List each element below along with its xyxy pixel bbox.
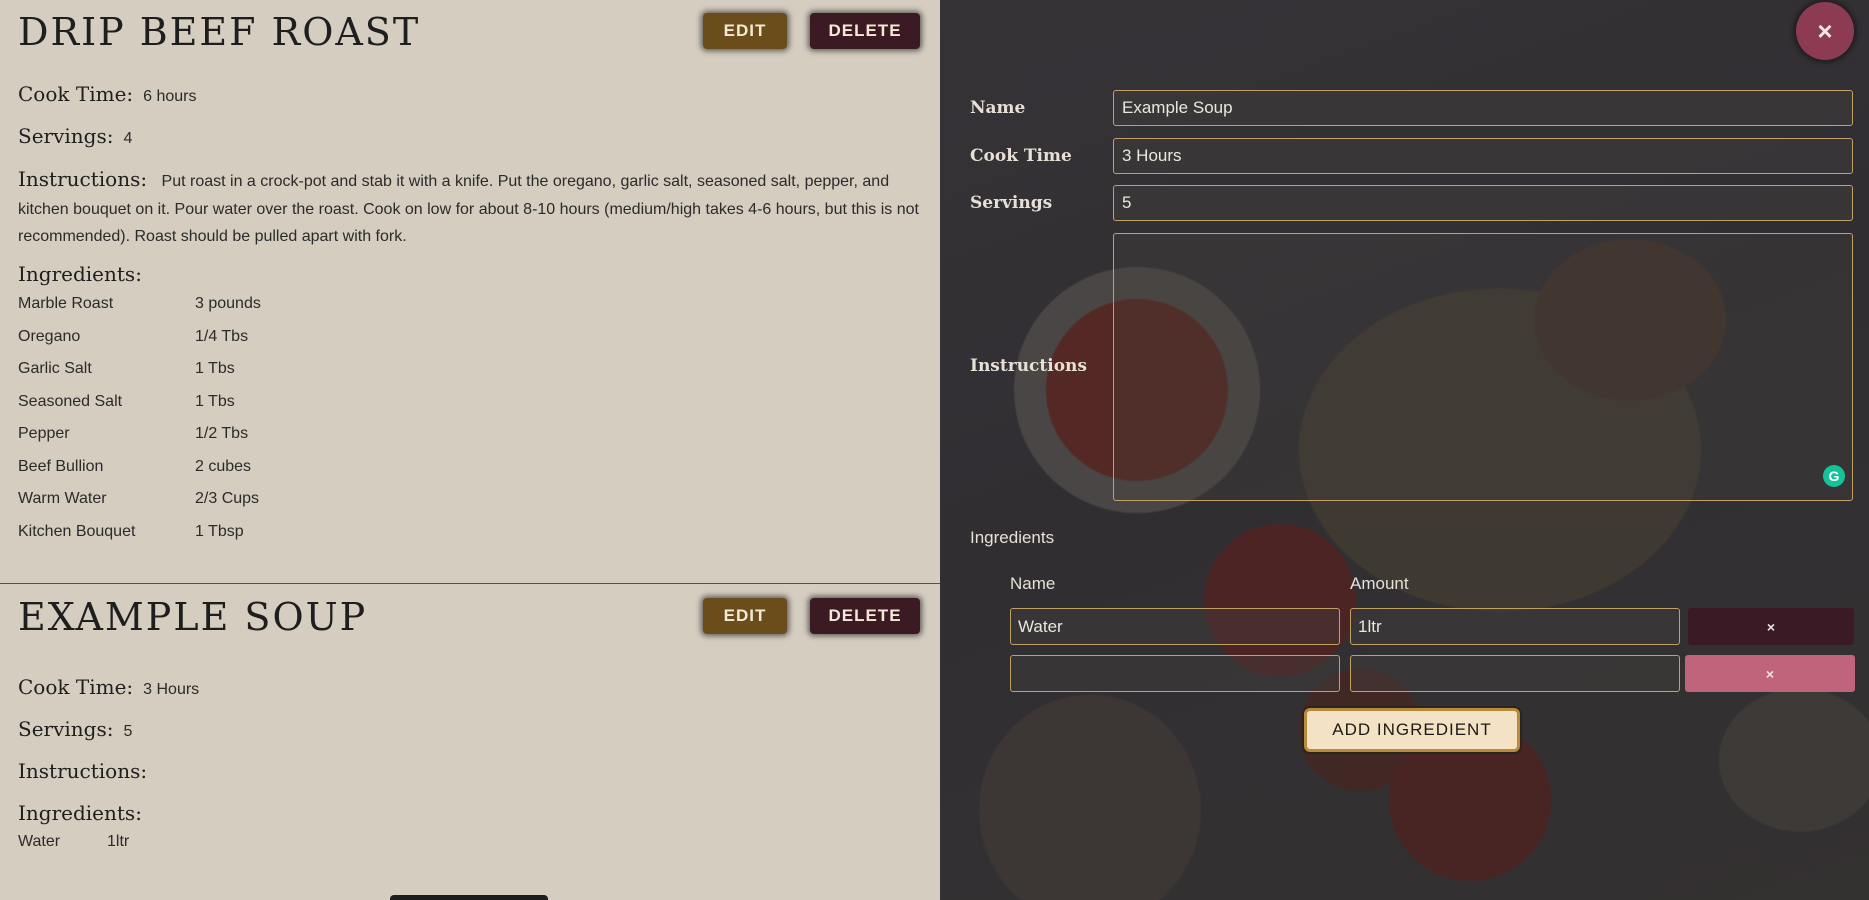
ingredients-table: Water 1ltr — [18, 826, 129, 859]
instructions-value: Put roast in a crock-pot and stab it wit… — [18, 173, 919, 245]
ingredient-amount: 1/4 Tbs — [195, 327, 249, 345]
cook-time-field: Cook Time: 3 Hours — [18, 675, 199, 699]
ingredient-amount: 2 cubes — [195, 457, 252, 475]
delete-button[interactable]: DELETE — [810, 13, 920, 49]
instructions-field: Instructions: — [18, 759, 157, 783]
ingredient-row: Garlic Salt 1 Tbs — [18, 353, 261, 386]
servings-label: Servings — [970, 193, 1053, 213]
add-ingredient-button[interactable]: ADD INGREDIENT — [1304, 708, 1520, 752]
next-recipe-button-peek — [390, 895, 548, 900]
servings-label: Servings: — [18, 717, 114, 741]
instructions-label: Instructions: — [18, 167, 148, 191]
instructions-label: Instructions — [970, 356, 1087, 376]
ingredient-name: Marble Roast — [18, 295, 114, 313]
edit-button[interactable]: EDIT — [703, 13, 787, 49]
cook-time-value: 3 Hours — [143, 681, 200, 698]
ingredient-amount: 1 Tbsp — [195, 522, 244, 540]
cook-time-input[interactable] — [1113, 138, 1853, 174]
cook-time-value: 6 hours — [143, 88, 197, 105]
servings-field: Servings: 4 — [18, 124, 132, 148]
ingredient-amount: 1ltr — [107, 833, 130, 851]
ingredient-name-input[interactable] — [1010, 608, 1340, 645]
servings-field: Servings: 5 — [18, 717, 132, 741]
ingredient-amount: 1 Tbs — [195, 360, 235, 378]
ingredient-name: Seasoned Salt — [18, 392, 123, 410]
ingredient-name: Garlic Salt — [18, 360, 92, 378]
cook-time-label: Cook Time: — [18, 675, 134, 699]
servings-label: Servings: — [18, 124, 114, 148]
ingredient-amount-input[interactable] — [1350, 655, 1680, 692]
ingredient-amount: 2/3 Cups — [195, 490, 260, 508]
ingredient-name-column-label: Name — [1010, 574, 1056, 593]
close-button[interactable]: × — [1796, 2, 1854, 60]
ingredient-row: Water 1ltr — [18, 826, 129, 859]
ingredient-name: Beef Bullion — [18, 457, 104, 475]
recipe-title: DRIP BEEF ROAST — [18, 10, 421, 54]
ingredients-heading: Ingredients: — [18, 801, 142, 825]
edit-button[interactable]: EDIT — [703, 598, 787, 634]
recipe-card: EXAMPLE SOUP EDIT DELETE Cook Time: 3 Hou… — [0, 585, 940, 900]
grammarly-icon[interactable]: G — [1823, 465, 1845, 487]
ingredient-amount: 1/2 Tbs — [195, 425, 249, 443]
recipe-title: EXAMPLE SOUP — [18, 595, 368, 639]
ingredient-name: Kitchen Bouquet — [18, 522, 136, 540]
cook-time-label: Cook Time — [970, 146, 1072, 166]
ingredient-row: Warm Water 2/3 Cups — [18, 483, 261, 516]
servings-input[interactable] — [1113, 185, 1853, 221]
servings-value: 4 — [123, 130, 133, 147]
name-input[interactable] — [1113, 90, 1853, 126]
ingredient-row: Pepper 1/2 Tbs — [18, 418, 261, 451]
ingredient-amount-column-label: Amount — [1350, 574, 1409, 593]
cook-time-field: Cook Time: 6 hours — [18, 82, 197, 106]
cook-time-label: Cook Time: — [18, 82, 134, 106]
ingredient-amount: 1 Tbs — [195, 392, 235, 410]
ingredients-section-label: Ingredients — [970, 528, 1055, 547]
ingredient-name: Water — [18, 833, 61, 851]
recipe-card: DRIP BEEF ROAST EDIT DELETE Cook Time: 6 … — [0, 0, 940, 584]
edit-recipe-panel: × Name Cook Time Servings Instructions G… — [940, 0, 1869, 900]
ingredient-row: Seasoned Salt 1 Tbs — [18, 386, 261, 419]
ingredients-table: Marble Roast 3 pounds Oregano 1/4 Tbs Garl… — [18, 288, 261, 548]
remove-ingredient-button[interactable]: × — [1685, 655, 1855, 692]
ingredient-name: Oregano — [18, 327, 81, 345]
ingredient-name: Pepper — [18, 425, 70, 443]
ingredient-row: Marble Roast 3 pounds — [18, 288, 261, 321]
remove-ingredient-button[interactable]: × — [1688, 608, 1854, 645]
ingredient-amount-input[interactable] — [1350, 608, 1680, 645]
instructions-textarea[interactable] — [1113, 233, 1853, 501]
ingredient-name: Warm Water — [18, 490, 107, 508]
ingredient-amount: 3 pounds — [195, 295, 261, 313]
ingredient-row: Kitchen Bouquet 1 Tbsp — [18, 516, 261, 549]
delete-button[interactable]: DELETE — [810, 598, 920, 634]
ingredient-name-input[interactable] — [1010, 655, 1340, 692]
recipe-list: DRIP BEEF ROAST EDIT DELETE Cook Time: 6 … — [0, 0, 940, 900]
instructions-field: Instructions: Put roast in a crock-pot a… — [18, 166, 923, 251]
instructions-label: Instructions: — [18, 759, 148, 783]
ingredient-row: Oregano 1/4 Tbs — [18, 321, 261, 354]
servings-value: 5 — [123, 723, 133, 740]
ingredient-row: Beef Bullion 2 cubes — [18, 451, 261, 484]
ingredients-heading: Ingredients: — [18, 262, 142, 286]
name-label: Name — [970, 98, 1026, 118]
